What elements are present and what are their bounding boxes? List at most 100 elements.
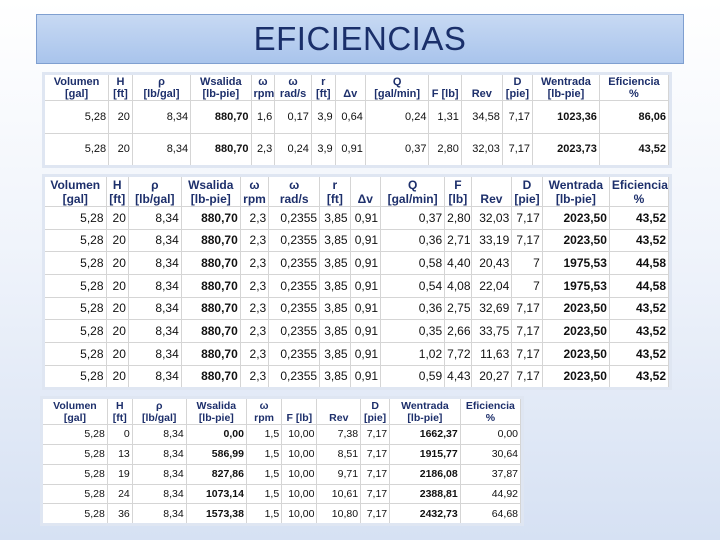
table-cell: 0,91 [350,273,382,298]
table-cell: 880,70 [190,132,252,165]
table-cell: 20 [106,273,129,298]
title-banner: EFICIENCIAS [36,14,684,64]
column-header: [lb/gal] [132,88,192,101]
column-header: [ft] [106,192,129,207]
column-header: [ft] [107,412,133,425]
table-cell: 3,9 [311,100,336,134]
column-header: rad/s [274,88,312,101]
table-cell: 0,91 [350,228,382,252]
column-header: H [106,177,129,192]
table-cell: 20 [106,228,129,252]
table-cell: 1023,36 [532,100,600,134]
table-cell: 0,91 [350,206,382,230]
table-cell: 43,52 [609,364,670,387]
table-cell: 20 [108,100,133,134]
table-cell: 1662,37 [389,424,461,445]
table-row: 5,28 20 8,34 880,70 2,3 0,2355 3,85 0,91 0,37 2,8… [45,206,670,230]
table-cell: 5,28 [45,319,107,343]
column-header: ρ [132,399,187,412]
table-cell: 4,43 [444,364,472,387]
table-cell: 0,91 [350,251,382,275]
table-cell: 0,2355 [268,364,321,387]
table-cell: 0,54 [380,273,446,298]
table-cell: 7,17 [360,443,391,465]
column-header: rad/s [268,192,321,207]
column-header: Wentrada [389,399,461,412]
table-cell: 0,2355 [268,228,321,252]
table-cell: 0,91 [335,132,366,165]
table-cell: 5,28 [45,364,107,387]
table-cell: 8,34 [128,273,182,298]
table-cell: 10,61 [316,483,362,504]
column-header [350,177,382,192]
table-cell: 30,64 [460,443,522,465]
column-header: [ft] [311,88,336,101]
column-header: [gal] [45,192,107,207]
column-header [428,75,462,88]
table-row: 5,28 20 8,34 880,70 1,6 0,17 3,9 0,64 0,24 1,31 34… [45,100,670,134]
table-cell: 0,00 [186,424,247,445]
table-cell: 8,34 [132,132,192,165]
table-cell: 10,00 [281,424,318,445]
column-header: [lb-pie] [389,412,461,425]
table-cell: 20 [106,206,129,230]
table-cell: 20,27 [471,364,513,387]
table-cell: 0,36 [380,228,446,252]
table-cell: 2,66 [444,319,472,343]
table-cell: 22,04 [471,273,513,298]
table-cell: 11,63 [471,341,513,366]
efficiency-table-2: Volumen Hρ Wsalida ω ω r Q F D Wentrada Eficiencia… [45,177,670,387]
table-cell: 43,52 [599,132,670,165]
column-header: [lb-pie] [186,412,247,425]
table-cell: 7,17 [511,206,543,230]
efficiency-table-3: Volumen Hρ Wsalida ω D Wentrada Eficiencia [gal… [43,399,522,523]
table-cell: 10,00 [281,463,318,485]
table-cell: 827,86 [186,463,247,485]
table-cell: 0,35 [380,319,446,343]
table-cell: 3,85 [319,364,351,387]
table-cell: 0 [107,424,133,445]
table-cell: 7,17 [511,364,543,387]
table-cell: 3,85 [319,228,351,252]
header-row: Volumen Hρ Wsalida ω D Wentrada Eficiencia [43,399,522,412]
column-header: [lb-pie] [181,192,241,207]
column-header: rpm [251,88,276,101]
table-cell: 8,34 [128,251,182,275]
header-row: [gal] [ft] [lb/gal] [lb-pie] rpm rad/s [ft] Δv[… [45,88,670,101]
table-cell: 880,70 [181,206,241,230]
table-cell: 1573,38 [186,503,247,523]
table-cell: 0,37 [380,206,446,230]
table-cell: 86,06 [599,100,670,134]
table-row: 5,28 36 8,34 1573,38 1,5 10,00 10,80 7,17 2432,7… [43,503,522,523]
table-cell: 3,85 [319,319,351,343]
header-row: Volumen Hρ Wsalida ω ω r Q D Wentrada Eficiencia [45,75,670,88]
table-cell: 2,71 [444,228,472,252]
table-row: 5,28 19 8,34 827,86 1,5 10,00 9,71 7,17 2186,08 3… [43,463,522,485]
column-header: Rev [316,412,362,425]
table-cell: 8,34 [132,483,187,504]
table-row: 5,28 13 8,34 586,99 1,5 10,00 8,51 7,17 1915,77 3… [43,443,522,465]
table-cell: 2023,50 [542,364,610,387]
column-header: % [609,192,670,207]
table-cell: 24 [107,483,133,504]
table-cell: 8,34 [132,503,187,523]
table-cell: 8,34 [132,443,187,465]
table-cell: 5,28 [45,341,107,366]
table-cell: 33,19 [471,228,513,252]
column-header: ρ [132,75,192,88]
table-cell: 586,99 [186,443,247,465]
table-cell: 880,70 [181,251,241,275]
table-cell: 7,17 [511,296,543,320]
table-cell: 7,17 [360,424,391,445]
column-header: [lb-pie] [532,88,600,101]
table-cell: 0,24 [274,132,312,165]
table-cell: 880,70 [181,296,241,320]
table-cell: 43,52 [609,228,670,252]
table-cell: 2186,08 [389,463,461,485]
table-cell: 1,02 [380,341,446,366]
table-cell: 0,91 [350,341,382,366]
table-cell: 64,68 [460,503,522,523]
table-cell: 0,2355 [268,341,321,366]
table-cell: 33,75 [471,319,513,343]
table-row: 5,28 20 8,34 880,70 2,3 0,24 3,9 0,91 0,37 2,80 32… [45,132,670,165]
